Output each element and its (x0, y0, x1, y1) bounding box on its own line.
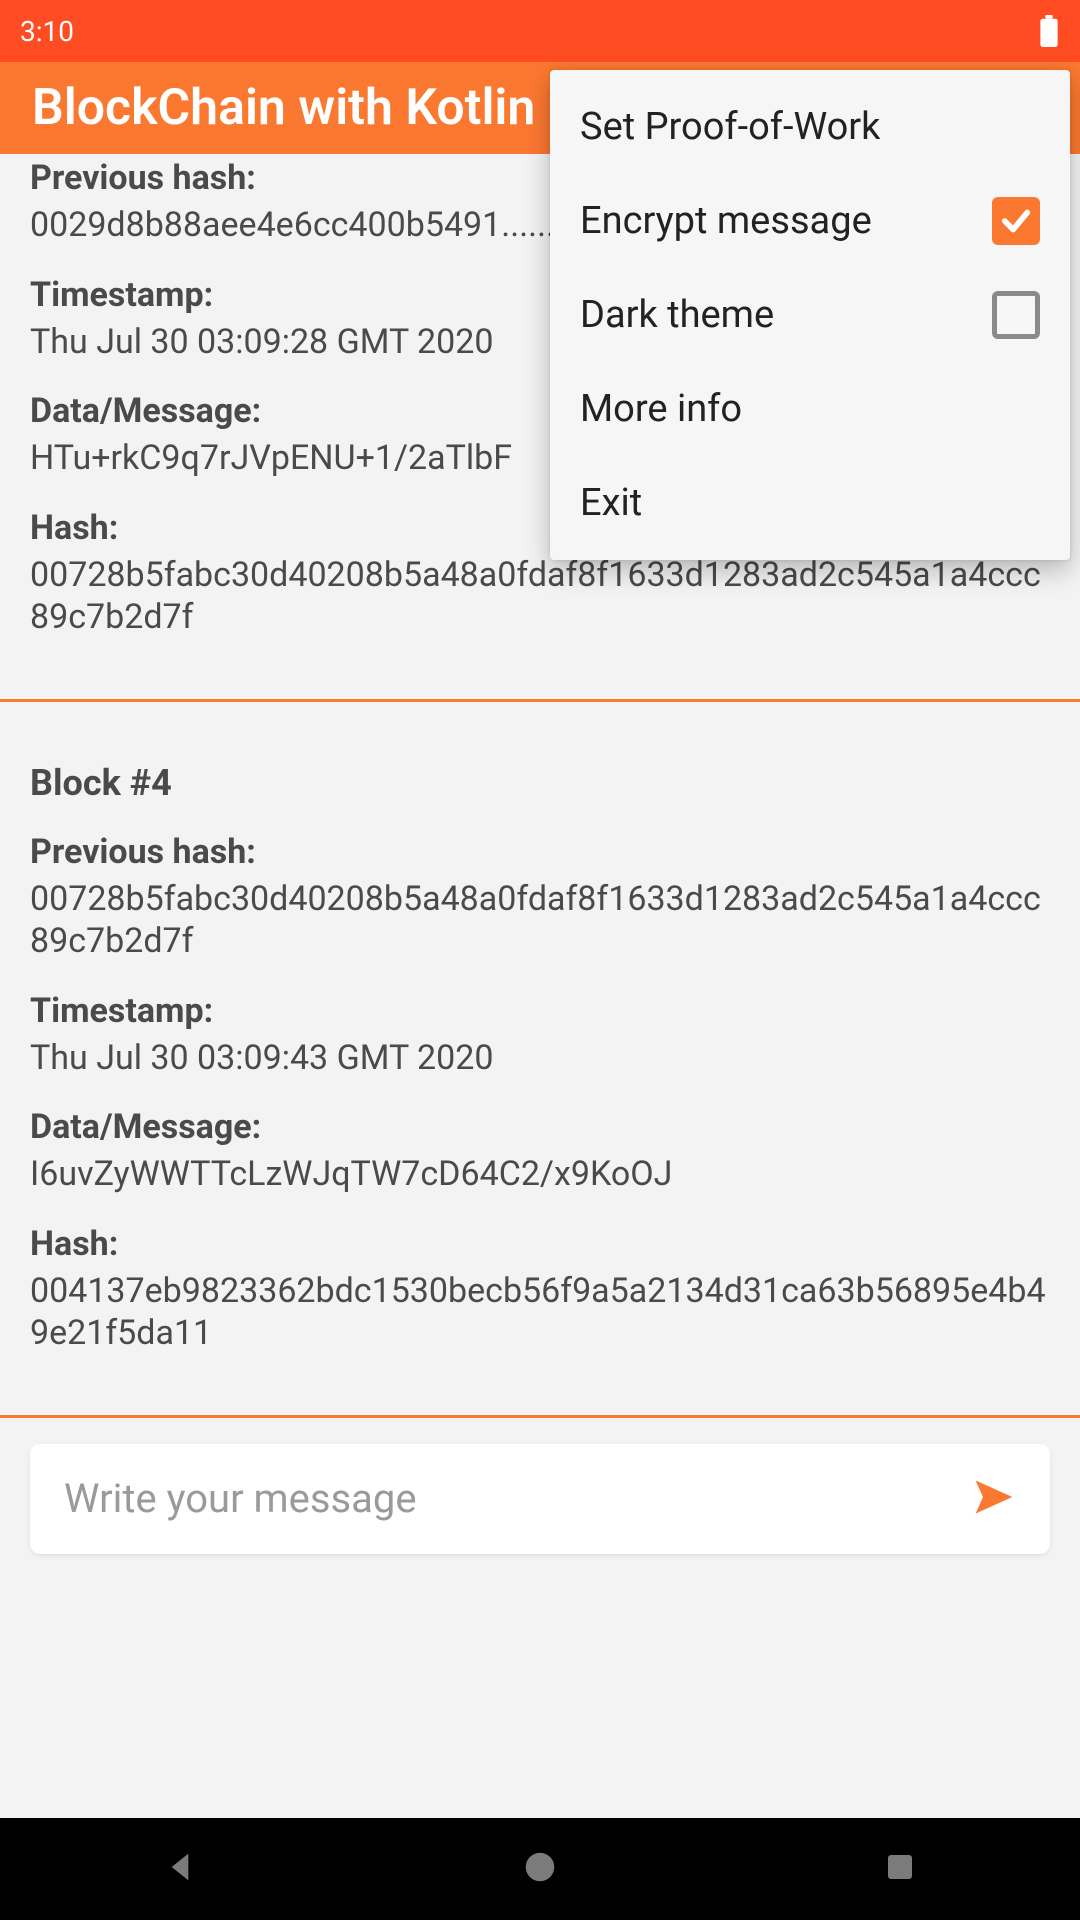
home-icon (521, 1848, 559, 1890)
menu-item-proof-of-work[interactable]: Set Proof-of-Work (550, 80, 1070, 174)
value-previous-hash: 00728b5fabc30d40208b5a48a0fdaf8f1633d128… (30, 878, 1050, 963)
menu-item-label: Exit (580, 481, 642, 525)
field-data-message: Data/Message: I6uvZyWWTTcLzWJqTW7cD64C2/… (30, 1107, 1050, 1196)
label-timestamp: Timestamp: (30, 991, 1050, 1031)
back-icon (160, 1847, 200, 1891)
overflow-menu: Set Proof-of-Work Encrypt message Dark t… (550, 70, 1070, 560)
menu-item-more-info[interactable]: More info (550, 362, 1070, 456)
message-input[interactable] (64, 1475, 964, 1522)
compose-bar (30, 1444, 1050, 1554)
menu-item-dark-theme[interactable]: Dark theme (550, 268, 1070, 362)
menu-item-exit[interactable]: Exit (550, 456, 1070, 550)
app-title: BlockChain with Kotlin (32, 79, 535, 137)
compose-area (0, 1418, 1080, 1584)
system-nav-bar (0, 1818, 1080, 1920)
device-screen: 3:10 BlockChain with Kotlin Previous has… (0, 0, 1080, 1920)
field-previous-hash: Previous hash: 00728b5fabc30d40208b5a48a… (30, 832, 1050, 963)
checkbox-unchecked-icon (992, 291, 1040, 339)
send-icon (969, 1475, 1019, 1523)
value-hash: 004137eb9823362bdc1530becb56f9a5a2134d31… (30, 1270, 1050, 1355)
send-button[interactable] (964, 1469, 1024, 1529)
block-card: Block #4 Previous hash: 00728b5fabc30d40… (0, 702, 1080, 1415)
label-previous-hash: Previous hash: (30, 832, 1050, 872)
menu-item-label: Set Proof-of-Work (580, 105, 880, 149)
label-hash: Hash: (30, 1224, 1050, 1264)
status-icons (1038, 15, 1060, 47)
nav-back-button[interactable] (150, 1839, 210, 1899)
value-hash: 00728b5fabc30d40208b5a48a0fdaf8f1633d128… (30, 554, 1050, 639)
nav-home-button[interactable] (510, 1839, 570, 1899)
menu-item-label: Dark theme (580, 293, 774, 337)
value-data-message: I6uvZyWWTTcLzWJqTW7cD64C2/x9KoOJ (30, 1153, 1050, 1196)
menu-item-encrypt-message[interactable]: Encrypt message (550, 174, 1070, 268)
recent-icon (882, 1849, 918, 1889)
value-timestamp: Thu Jul 30 03:09:43 GMT 2020 (30, 1037, 1050, 1080)
status-bar: 3:10 (0, 0, 1080, 62)
menu-item-label: Encrypt message (580, 199, 872, 243)
checkbox-checked-icon (992, 197, 1040, 245)
block-title: Block #4 (30, 762, 1050, 804)
nav-recent-button[interactable] (870, 1839, 930, 1899)
label-data-message: Data/Message: (30, 1107, 1050, 1147)
battery-icon (1038, 15, 1060, 47)
menu-item-label: More info (580, 387, 742, 431)
field-hash: Hash: 004137eb9823362bdc1530becb56f9a5a2… (30, 1224, 1050, 1355)
status-time: 3:10 (20, 15, 74, 48)
field-timestamp: Timestamp: Thu Jul 30 03:09:43 GMT 2020 (30, 991, 1050, 1080)
